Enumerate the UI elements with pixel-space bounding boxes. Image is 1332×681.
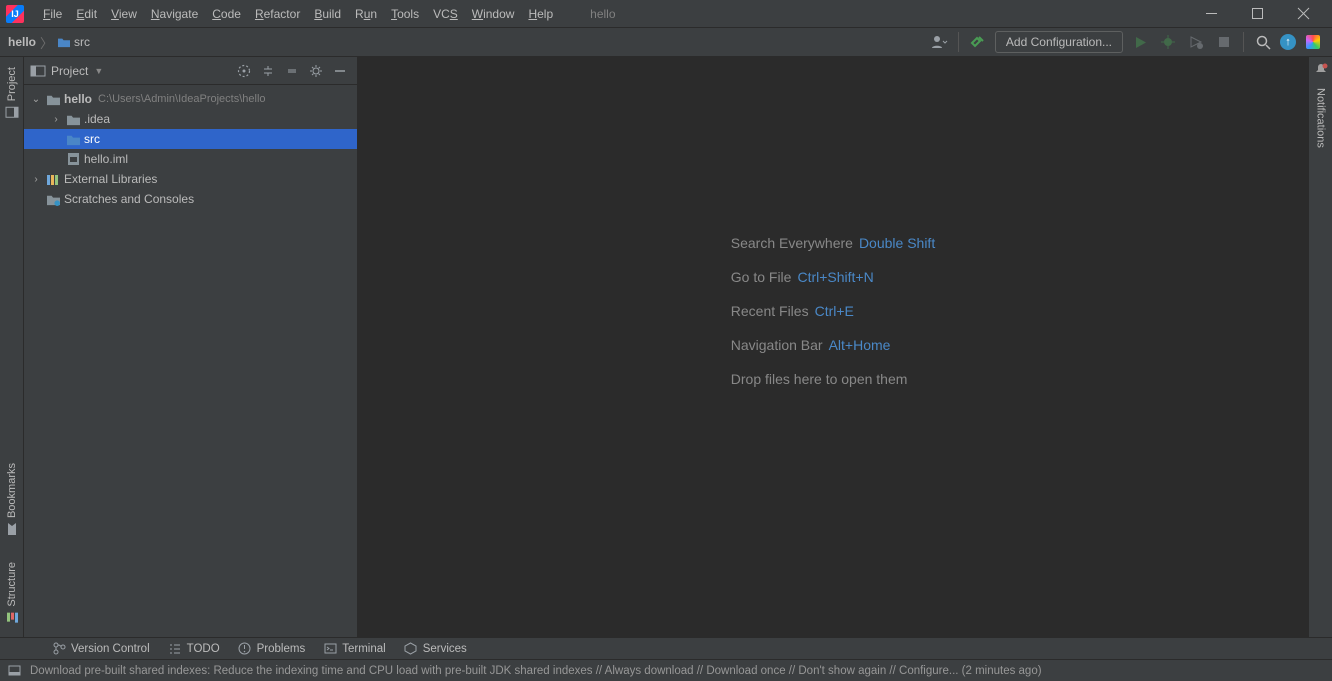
services-icon bbox=[404, 642, 418, 656]
menu-vcs[interactable]: VCS bbox=[426, 0, 465, 27]
bottom-services-tab[interactable]: Services bbox=[404, 642, 467, 656]
tree-idea-label: .idea bbox=[84, 112, 110, 126]
breadcrumb[interactable]: hello 〉 src bbox=[8, 33, 90, 52]
menu-help[interactable]: Help bbox=[521, 0, 560, 27]
search-everywhere-icon[interactable] bbox=[1252, 31, 1274, 53]
user-dropdown-icon[interactable] bbox=[928, 31, 950, 53]
hint-navigation-bar: Navigation BarAlt+Home bbox=[731, 337, 935, 353]
bottom-todo-tab[interactable]: TODO bbox=[168, 642, 220, 656]
dropdown-chevron-icon[interactable]: ▼ bbox=[94, 66, 103, 76]
terminal-icon bbox=[323, 642, 337, 656]
folder-icon bbox=[65, 113, 81, 126]
status-bar: Download pre-built shared indexes: Reduc… bbox=[0, 659, 1332, 681]
project-panel-title[interactable]: Project bbox=[51, 64, 88, 78]
tree-root-path: C:\Users\Admin\IdeaProjects\hello bbox=[98, 93, 266, 105]
tree-src-label: src bbox=[84, 132, 100, 146]
menu-view[interactable]: View bbox=[104, 0, 144, 27]
module-folder-icon bbox=[45, 93, 61, 106]
editor-empty-state[interactable]: Search EverywhereDouble Shift Go to File… bbox=[358, 57, 1308, 637]
menu-file[interactable]: File bbox=[36, 0, 69, 27]
todo-list-icon bbox=[168, 642, 182, 656]
tree-scratches-node[interactable]: Scratches and Consoles bbox=[24, 189, 357, 209]
menu-navigate[interactable]: Navigate bbox=[144, 0, 205, 27]
stripe-structure-tab[interactable]: Structure bbox=[5, 558, 19, 629]
menu-build[interactable]: Build bbox=[307, 0, 348, 27]
bottom-version-control-tab[interactable]: Version Control bbox=[52, 642, 150, 656]
menu-code[interactable]: Code bbox=[205, 0, 248, 27]
iml-file-icon bbox=[65, 152, 81, 166]
bottom-terminal-tab[interactable]: Terminal bbox=[323, 642, 385, 656]
intellij-logo-icon: IJ bbox=[6, 5, 24, 23]
structure-icon bbox=[5, 611, 19, 625]
window-close-button[interactable] bbox=[1280, 0, 1326, 28]
project-tool-window: Project ▼ ⌄ hello C:\Users\Admin\IdeaPro… bbox=[24, 57, 358, 637]
collapse-all-icon[interactable] bbox=[281, 60, 303, 82]
right-tool-stripe: Notifications bbox=[1308, 57, 1332, 637]
menu-window[interactable]: Window bbox=[465, 0, 522, 27]
stripe-project-tab[interactable]: Project bbox=[5, 63, 19, 123]
menu-edit[interactable]: Edit bbox=[69, 0, 104, 27]
hint-recent-files: Recent FilesCtrl+E bbox=[731, 303, 935, 319]
toolbar-divider bbox=[958, 32, 959, 52]
update-available-icon[interactable]: ↑ bbox=[1280, 34, 1296, 50]
window-minimize-button[interactable] bbox=[1188, 0, 1234, 28]
menu-run[interactable]: Run bbox=[348, 0, 384, 27]
tree-root-label: hello bbox=[64, 92, 92, 106]
run-with-coverage-icon[interactable] bbox=[1185, 31, 1207, 53]
collapse-arrow-icon[interactable]: › bbox=[30, 174, 42, 185]
tree-external-libs-label: External Libraries bbox=[64, 172, 157, 186]
project-panel-header: Project ▼ bbox=[24, 57, 357, 85]
add-configuration-button[interactable]: Add Configuration... bbox=[995, 31, 1123, 53]
stop-button-icon[interactable] bbox=[1213, 31, 1235, 53]
menubar: IJ File Edit View Navigate Code Refactor… bbox=[0, 0, 1332, 28]
build-hammer-icon[interactable] bbox=[967, 31, 989, 53]
tree-src-node[interactable]: src bbox=[24, 129, 357, 149]
notifications-bell-icon[interactable] bbox=[1314, 63, 1328, 80]
expand-all-icon[interactable] bbox=[257, 60, 279, 82]
tree-iml-label: hello.iml bbox=[84, 152, 128, 166]
source-folder-icon bbox=[65, 133, 81, 146]
bottom-tool-stripe: Version Control TODO Problems Terminal S… bbox=[0, 637, 1332, 659]
debug-button-icon[interactable] bbox=[1157, 31, 1179, 53]
window-title: hello bbox=[590, 7, 615, 21]
expand-arrow-icon[interactable]: ⌄ bbox=[30, 94, 42, 105]
project-view-icon bbox=[30, 64, 46, 78]
library-icon bbox=[45, 173, 61, 186]
breadcrumb-child[interactable]: src bbox=[57, 35, 90, 49]
left-tool-stripe: Project Bookmarks Structure bbox=[0, 57, 24, 637]
tree-iml-node[interactable]: hello.iml bbox=[24, 149, 357, 169]
hint-go-to-file: Go to FileCtrl+Shift+N bbox=[731, 269, 935, 285]
hint-drop-files: Drop files here to open them bbox=[731, 371, 935, 387]
tree-idea-node[interactable]: › .idea bbox=[24, 109, 357, 129]
tree-root-node[interactable]: ⌄ hello C:\Users\Admin\IdeaProjects\hell… bbox=[24, 89, 357, 109]
tree-scratches-label: Scratches and Consoles bbox=[64, 192, 194, 206]
breadcrumb-root[interactable]: hello bbox=[8, 35, 36, 49]
select-opened-file-icon[interactable] bbox=[233, 60, 255, 82]
menu-refactor[interactable]: Refactor bbox=[248, 0, 307, 27]
project-stripe-icon bbox=[5, 105, 19, 119]
window-maximize-button[interactable] bbox=[1234, 0, 1280, 28]
problems-icon bbox=[238, 642, 252, 656]
stripe-notifications-tab[interactable]: Notifications bbox=[1315, 84, 1327, 152]
folder-icon bbox=[57, 36, 71, 48]
tree-external-libs-node[interactable]: › External Libraries bbox=[24, 169, 357, 189]
scratches-icon bbox=[45, 193, 61, 206]
menu-tools[interactable]: Tools bbox=[384, 0, 426, 27]
ide-features-icon[interactable] bbox=[1302, 31, 1324, 53]
panel-settings-icon[interactable] bbox=[305, 60, 327, 82]
status-tool-window-icon[interactable] bbox=[6, 663, 22, 679]
bottom-problems-tab[interactable]: Problems bbox=[238, 642, 306, 656]
collapse-arrow-icon[interactable]: › bbox=[50, 114, 62, 125]
stripe-bookmarks-tab[interactable]: Bookmarks bbox=[5, 459, 19, 540]
navigation-toolbar: hello 〉 src Add Configuration... ↑ bbox=[0, 28, 1332, 57]
run-button-icon[interactable] bbox=[1129, 31, 1151, 53]
hide-panel-icon[interactable] bbox=[329, 60, 351, 82]
vcs-branch-icon bbox=[52, 642, 66, 656]
bookmark-icon bbox=[5, 522, 19, 536]
status-message[interactable]: Download pre-built shared indexes: Reduc… bbox=[30, 665, 1042, 677]
hint-search-everywhere: Search EverywhereDouble Shift bbox=[731, 235, 935, 251]
breadcrumb-separator-icon: 〉 bbox=[40, 33, 53, 52]
toolbar-divider bbox=[1243, 32, 1244, 52]
project-tree[interactable]: ⌄ hello C:\Users\Admin\IdeaProjects\hell… bbox=[24, 85, 357, 637]
